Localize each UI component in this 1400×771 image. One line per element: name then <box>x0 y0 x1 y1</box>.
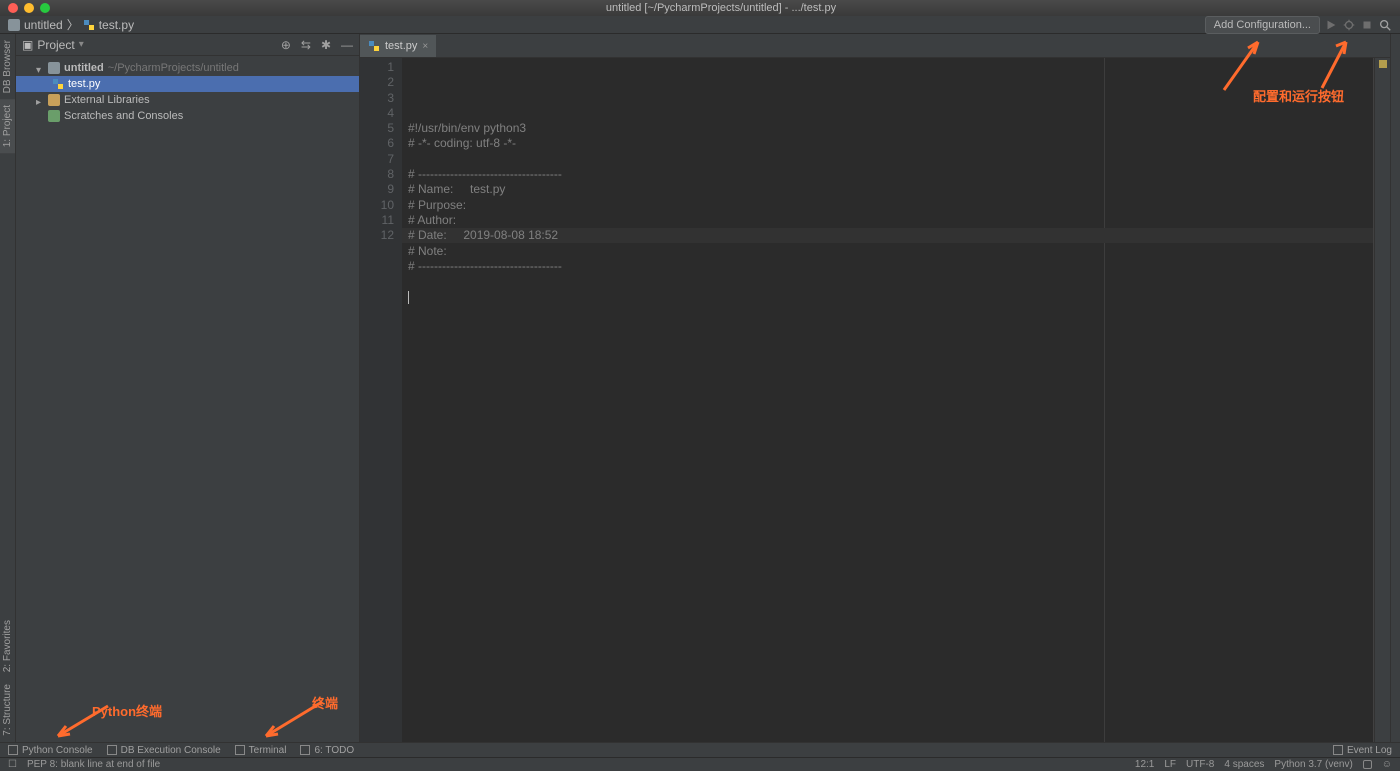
settings-icon[interactable]: ✱ <box>321 38 331 52</box>
navigation-bar: untitled 〉 test.py Add Configuration... <box>0 16 1400 34</box>
warning-mark-icon[interactable] <box>1379 60 1387 68</box>
error-stripe[interactable] <box>1374 58 1390 742</box>
todo-icon <box>300 745 310 755</box>
favorites-tool[interactable]: 2: Favorites <box>0 614 15 678</box>
terminal-tool[interactable]: Terminal <box>235 745 287 756</box>
editor-tabs[interactable]: test.py × <box>360 34 1390 58</box>
breadcrumb[interactable]: untitled 〉 test.py <box>8 16 134 33</box>
caret-icon[interactable] <box>36 96 44 104</box>
project-root-node[interactable]: untitled ~/PycharmProjects/untitled <box>16 60 359 76</box>
line-separator[interactable]: LF <box>1164 759 1176 770</box>
cursor-position[interactable]: 12:1 <box>1135 759 1154 770</box>
close-tab-icon[interactable]: × <box>422 41 428 52</box>
line-number-gutter[interactable]: 123456789101112 <box>360 58 402 742</box>
breadcrumb-file: test.py <box>99 18 134 32</box>
folder-icon <box>8 19 20 31</box>
project-view-combo-icon: ▣ <box>22 38 33 52</box>
readonly-lock-icon[interactable] <box>1363 760 1372 769</box>
annotation-arrow-icon <box>46 700 116 742</box>
sidebar-header[interactable]: ▣ Project ▾ ⊕ ⇆ ✱ — <box>16 34 359 56</box>
collapse-icon[interactable]: ⇆ <box>301 38 311 52</box>
tree-file-label: test.py <box>68 78 100 90</box>
hide-icon[interactable]: — <box>341 38 353 52</box>
breadcrumb-separator: 〉 <box>67 16 79 33</box>
tab-label: test.py <box>385 40 417 52</box>
status-hint-icon: ☐ <box>8 759 17 770</box>
stop-icon[interactable] <box>1360 18 1374 32</box>
window-title: untitled [~/PycharmProjects/untitled] - … <box>50 2 1392 14</box>
traffic-lights[interactable] <box>8 3 50 13</box>
code-editor[interactable]: #!/usr/bin/env python3# -*- coding: utf-… <box>402 58 1374 742</box>
scratches-node[interactable]: Scratches and Consoles <box>16 108 359 124</box>
sidebar-title: Project <box>37 38 74 52</box>
minimize-window-icon[interactable] <box>24 3 34 13</box>
status-hint: PEP 8: blank line at end of file <box>27 759 160 770</box>
tree-file-testpy[interactable]: test.py <box>16 76 359 92</box>
terminal-label: Terminal <box>249 745 287 756</box>
editor-body[interactable]: 123456789101112 #!/usr/bin/env python3# … <box>360 58 1390 742</box>
project-name: untitled <box>64 62 104 74</box>
editor-tab-testpy[interactable]: test.py × <box>360 35 437 57</box>
project-sidebar: ▣ Project ▾ ⊕ ⇆ ✱ — untitled ~/PycharmPr… <box>16 34 360 742</box>
event-log-tool[interactable]: Event Log <box>1333 745 1392 756</box>
project-path: ~/PycharmProjects/untitled <box>108 62 239 74</box>
close-window-icon[interactable] <box>8 3 18 13</box>
debug-icon[interactable] <box>1342 18 1356 32</box>
event-log-icon <box>1333 745 1343 755</box>
db-execution-console-tool[interactable]: DB Execution Console <box>107 745 221 756</box>
status-bar: ☐ PEP 8: blank line at end of file 12:1 … <box>0 757 1400 771</box>
scratch-icon <box>48 110 60 122</box>
project-tool[interactable]: 1: Project <box>0 99 15 153</box>
python-console-tool[interactable]: Python Console <box>8 745 93 756</box>
project-tree[interactable]: untitled ~/PycharmProjects/untitled test… <box>16 56 359 128</box>
library-icon <box>48 94 60 106</box>
search-icon[interactable] <box>1378 18 1392 32</box>
zoom-window-icon[interactable] <box>40 3 50 13</box>
python-interpreter[interactable]: Python 3.7 (venv) <box>1274 759 1352 770</box>
db-icon <box>107 745 117 755</box>
db-browser-tool[interactable]: DB Browser <box>0 34 15 99</box>
structure-tool[interactable]: 7: Structure <box>0 678 15 742</box>
annotation-arrow-icon <box>252 694 332 742</box>
breadcrumb-folder: untitled <box>24 18 63 32</box>
caret-icon[interactable] <box>36 64 44 72</box>
event-log-label: Event Log <box>1347 745 1392 756</box>
ext-libs-label: External Libraries <box>64 94 150 106</box>
terminal-icon <box>235 745 245 755</box>
python-file-icon <box>52 78 64 90</box>
python-console-label: Python Console <box>22 745 93 756</box>
run-icon[interactable] <box>1324 18 1338 32</box>
todo-tool[interactable]: 6: TODO <box>300 745 354 756</box>
indent-setting[interactable]: 4 spaces <box>1224 759 1264 770</box>
editor-area: test.py × 123456789101112 #!/usr/bin/env… <box>360 34 1390 742</box>
left-tool-strip: DB Browser 1: Project 2: Favorites 7: St… <box>0 34 16 742</box>
console-icon <box>8 745 18 755</box>
hector-icon[interactable]: ☺ <box>1382 759 1392 770</box>
python-file-icon <box>368 40 380 52</box>
folder-icon <box>48 62 60 74</box>
todo-label: 6: TODO <box>314 745 354 756</box>
chevron-down-icon[interactable]: ▾ <box>79 39 84 50</box>
db-console-label: DB Execution Console <box>121 745 221 756</box>
file-encoding[interactable]: UTF-8 <box>1186 759 1214 770</box>
external-libraries-node[interactable]: External Libraries <box>16 92 359 108</box>
macos-titlebar: untitled [~/PycharmProjects/untitled] - … <box>0 0 1400 16</box>
scratches-label: Scratches and Consoles <box>64 110 183 122</box>
right-tool-strip <box>1390 34 1400 742</box>
bottom-tool-bar: Python Console DB Execution Console Term… <box>0 742 1400 757</box>
python-file-icon <box>83 19 95 31</box>
annotation-python-terminal: Python终端 <box>92 701 162 720</box>
annotation-terminal: 终端 <box>312 693 338 712</box>
add-configuration-button[interactable]: Add Configuration... <box>1205 16 1320 34</box>
locate-icon[interactable]: ⊕ <box>281 38 291 52</box>
